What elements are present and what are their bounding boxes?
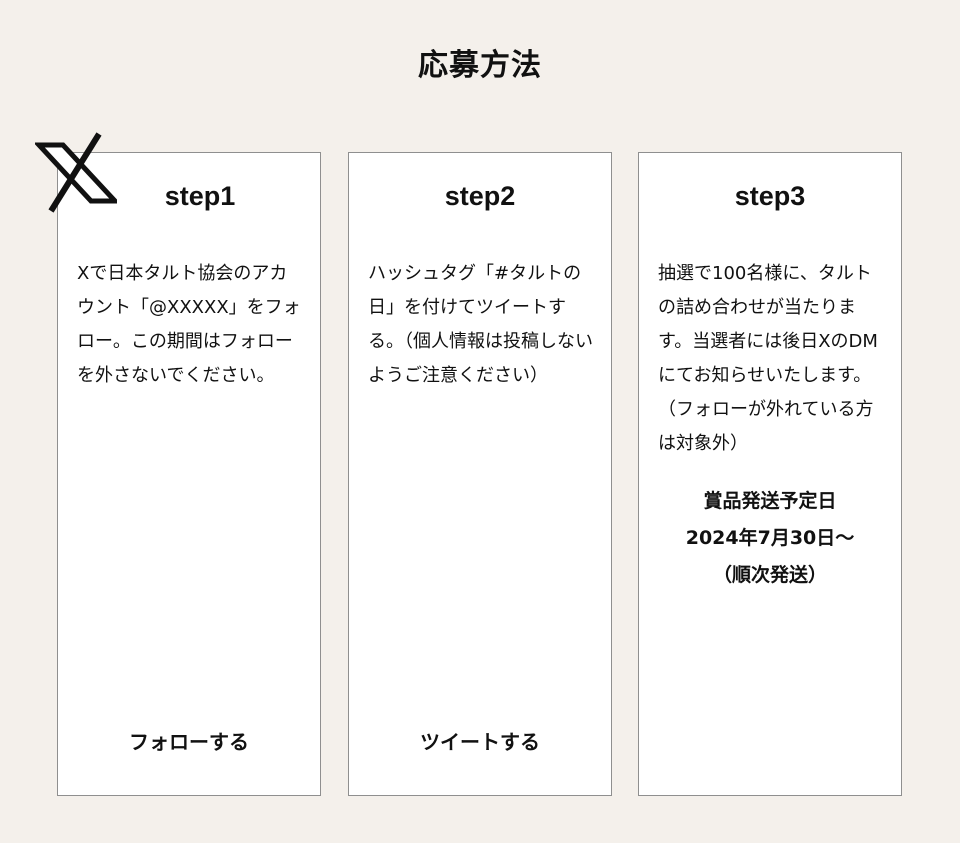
follow-button[interactable]: フォローする [58, 726, 320, 755]
step-description: Xで日本タルト協会のアカウント「@XXXXX」をフォロー。この期間はフォローを外… [77, 263, 301, 386]
tweet-button[interactable]: ツイートする [349, 726, 611, 755]
step-card-2: step2 ハッシュタグ「#タルトの日」を付けてツイートする。（個人情報は投稿し… [348, 152, 612, 796]
shipping-schedule: 賞品発送予定日 2024年7月30日〜 （順次発送） [639, 483, 901, 594]
page-title: 応募方法 [418, 48, 542, 83]
shipping-schedule-label: 賞品発送予定日 [703, 490, 837, 512]
step-heading: step2 [444, 181, 516, 211]
step-description: 抽選で100名様に、タルトの詰め合わせが当たります。当選者には後日XのDMにてお… [658, 263, 878, 454]
step-description: ハッシュタグ「#タルトの日」を付けてツイートする。（個人情報は投稿しないようご注… [368, 263, 593, 386]
shipping-schedule-note: （順次発送） [712, 564, 827, 586]
step-heading: step3 [734, 181, 806, 211]
step-card-3: step3 抽選で100名様に、タルトの詰め合わせが当たります。当選者には後日X… [638, 152, 902, 796]
step-card-1: step1 Xで日本タルト協会のアカウント「@XXXXX」をフォロー。この期間は… [57, 152, 321, 796]
shipping-schedule-date: 2024年7月30日〜 [685, 527, 855, 549]
x-logo-icon [35, 132, 117, 213]
